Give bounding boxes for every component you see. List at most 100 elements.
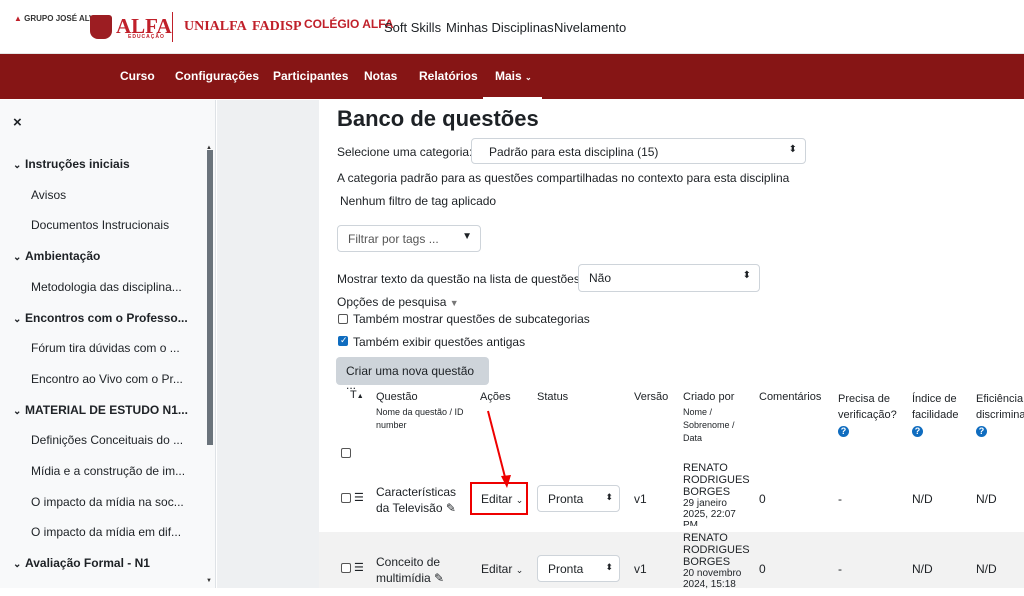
logo-divider (172, 12, 173, 42)
drawer-item[interactable]: O impacto da mídia na soc... (31, 495, 184, 509)
create-question-button[interactable]: Criar uma nova questão ... (336, 357, 489, 392)
author: RENATO RODRIGUES BORGES (683, 532, 750, 568)
unialfa-logo[interactable]: UNIALFA (184, 19, 247, 35)
col-version-header: Versão (634, 391, 669, 403)
course-navbar: Curso Configurações Participantes Notas … (0, 54, 1024, 99)
select-all-checkbox[interactable] (341, 448, 351, 458)
category-select[interactable]: Padrão para esta disciplina (15) ⬍ (471, 138, 806, 164)
drawer-section[interactable]: ⌄ Instruções iniciais (13, 157, 130, 171)
tag-filter-status: Nenhum filtro de tag aplicado (340, 194, 497, 208)
created-date: 20 novembro 2024, 15:18 (683, 568, 742, 590)
needs-check: - (838, 562, 842, 576)
top-header: ▲ GRUPO JOSÉ ALVES ALFA EDUCAÇÃO UNIALFA… (0, 0, 1024, 54)
edit-menu-button[interactable]: Editar ⌄ (481, 562, 523, 576)
close-icon[interactable]: × (13, 114, 22, 131)
col-needs-check-header: Precisa de verificação?? (838, 393, 897, 437)
col-question-subheader[interactable]: Nome da questão / ID number (376, 406, 476, 432)
chevron-down-icon: ⌄ (13, 313, 22, 325)
efficiency: N/D (976, 562, 997, 576)
nav-mais[interactable]: Mais ⌄ (495, 69, 532, 83)
dropdown-triangle-icon: ▼ (462, 231, 472, 242)
version: v1 (634, 492, 647, 506)
drawer-item[interactable]: Fórum tira dúvidas com o ... (31, 341, 180, 355)
status-select[interactable]: Pronta ⬍ (537, 485, 620, 512)
old-questions-checkbox[interactable] (338, 335, 348, 346)
drawer-item[interactable]: Definições Conceituais do ... (31, 433, 183, 447)
drawer-item[interactable]: O impacto da mídia em dif... (31, 525, 181, 539)
col-facility-header: Índice de facilidade? (912, 393, 959, 437)
tag-filter-input[interactable]: Filtrar por tags ... ▼ (337, 225, 481, 252)
col-type-header[interactable]: T▲ (350, 389, 364, 401)
help-icon[interactable]: ? (976, 426, 987, 437)
nav-notas[interactable]: Notas (364, 69, 397, 83)
drawer-section[interactable]: ⌄ Avaliação Formal - N1 (13, 556, 150, 570)
drawer-item[interactable]: Documentos Instrucionais (31, 218, 169, 232)
comments-count[interactable]: 0 (759, 492, 766, 506)
nav-configuracoes[interactable]: Configurações (175, 69, 259, 83)
col-comments-header[interactable]: Comentários (759, 391, 821, 403)
chevron-down-icon: ⌄ (13, 559, 22, 571)
updown-icon: ⬍ (605, 562, 613, 572)
top-link-nivelamento[interactable]: Nivelamento (554, 20, 626, 35)
updown-icon: ⬍ (605, 492, 613, 502)
top-link-soft-skills[interactable]: Soft Skills (384, 20, 441, 35)
facility-index: N/D (912, 562, 933, 576)
drawer-section-label: Encontros com o Professo... (25, 310, 188, 325)
top-link-minhas-disciplinas[interactable]: Minhas Disciplinas (446, 20, 554, 35)
list-icon: ☰ (354, 562, 364, 574)
category-description: A categoria padrão para as questões comp… (337, 171, 790, 185)
row-checkbox[interactable] (341, 493, 351, 503)
alfa-subtitle: EDUCAÇÃO (128, 34, 165, 40)
col-question-header[interactable]: Questão (376, 391, 418, 403)
list-icon: ☰ (354, 492, 364, 504)
category-label: Selecione uma categoria: (337, 145, 473, 159)
chevron-down-icon: ⌄ (13, 405, 22, 417)
drawer-item[interactable]: Avisos (31, 188, 66, 202)
col-efficiency-header: Eficiência discrimina? (976, 393, 1024, 437)
facility-index: N/D (912, 492, 933, 506)
pencil-icon[interactable]: ✎ (446, 501, 456, 515)
drawer-scrollbar[interactable] (207, 150, 213, 445)
drawer-section[interactable]: ⌄ MATERIAL DE ESTUDO N1... (13, 403, 188, 417)
drawer-item[interactable]: Encontro ao Vivo com o Pr... (31, 372, 183, 386)
course-index-drawer: × ▲ ▼ ⌄ Instruções iniciais Avisos Document… (0, 100, 216, 588)
help-icon[interactable]: ? (912, 426, 923, 437)
drawer-item[interactable]: Metodologia das disciplina... (31, 280, 182, 294)
help-icon[interactable]: ? (838, 426, 849, 437)
subcategories-checkbox[interactable] (338, 314, 348, 324)
scroll-down-icon[interactable]: ▼ (206, 578, 212, 584)
caret-down-icon: ▼ (449, 298, 459, 308)
nav-participantes[interactable]: Participantes (273, 69, 348, 83)
drawer-section-label: MATERIAL DE ESTUDO N1... (25, 402, 188, 417)
show-text-select[interactable]: Não ⬍ (578, 264, 760, 292)
nav-curso[interactable]: Curso (120, 69, 155, 83)
drawer-section-label: Instruções iniciais (25, 157, 130, 171)
alfa-badge-logo (90, 15, 112, 39)
highlight-box (470, 482, 528, 515)
col-created-header[interactable]: Criado por (683, 391, 734, 403)
show-text-label: Mostrar texto da questão na lista de que… (337, 272, 587, 286)
drawer-section[interactable]: ⌄ Encontros com o Professo... (13, 311, 188, 325)
chevron-down-icon: ⌄ (525, 73, 532, 82)
drawer-section-label: Ambientação (25, 249, 101, 264)
colegio-alfa-logo[interactable]: COLÉGIO ALFA (304, 17, 394, 31)
col-created-subheader[interactable]: Nome / Sobrenome / Data (683, 406, 743, 445)
status-select[interactable]: Pronta ⬍ (537, 555, 620, 582)
drawer-item[interactable]: Mídia e a construção de im... (31, 464, 185, 478)
question-name: Conceito de multimídia ✎ (376, 555, 445, 585)
updown-icon: ⬍ (742, 270, 751, 281)
col-actions-header: Ações (480, 391, 511, 403)
row-checkbox[interactable] (341, 563, 351, 573)
chevron-down-icon: ⌄ (13, 252, 22, 264)
drawer-section[interactable]: ⌄ Ambientação (13, 249, 100, 263)
subcategories-label: Também mostrar questões de subcategorias (353, 312, 590, 326)
pencil-icon[interactable]: ✎ (434, 571, 444, 585)
old-questions-label: Também exibir questões antigas (353, 335, 526, 349)
page-title: Banco de questões (337, 106, 539, 131)
sort-asc-icon: ▲ (356, 393, 364, 400)
comments-count[interactable]: 0 (759, 562, 766, 576)
col-status-header: Status (537, 391, 569, 403)
search-options-toggle[interactable]: Opções de pesquisa ▼ (337, 295, 459, 309)
nav-relatorios[interactable]: Relatórios (419, 69, 478, 83)
fadisp-logo[interactable]: FADISP (252, 19, 302, 35)
